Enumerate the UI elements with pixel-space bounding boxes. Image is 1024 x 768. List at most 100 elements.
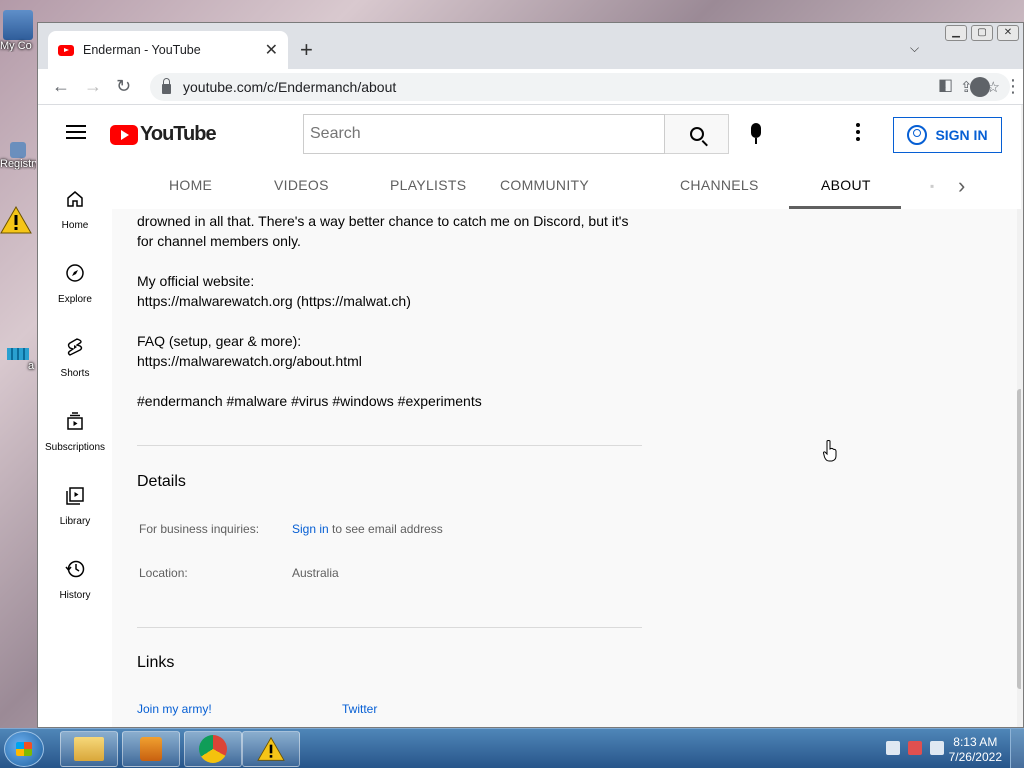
desktop-icon-label: a (28, 360, 35, 372)
description-line: drowned in all that. There's a way bette… (137, 213, 629, 229)
section-divider (137, 445, 642, 446)
browser-toolbar: ← → ↻ youtube.com/c/Endermanch/about ⤓ ⇪… (38, 69, 1023, 105)
links-heading: Links (137, 654, 175, 671)
desktop-icon-app[interactable]: a (0, 348, 36, 372)
taskbar-explorer[interactable] (60, 731, 118, 767)
youtube-wordmark: YouTube (140, 123, 217, 145)
registry-icon (10, 142, 26, 158)
desktop-icon-my-computer[interactable]: My Co (0, 10, 36, 52)
menu-icon[interactable] (66, 125, 86, 139)
description-line: FAQ (setup, gear & more): (137, 333, 302, 349)
microphone-icon[interactable] (751, 123, 761, 144)
description-line: #endermanch #malware #virus #windows #ex… (137, 393, 482, 409)
link-twitter[interactable]: Twitter (342, 699, 377, 719)
chrome-menu-icon[interactable]: ⋮ (1004, 77, 1022, 95)
desktop-icon-label: My Co (0, 40, 32, 52)
search-button[interactable] (665, 114, 729, 154)
browser-window: Enderman - YouTube ✕ + ⌵ ▁ ▢ ✕ ← → ↻ you… (37, 22, 1024, 728)
location-value: Australia (292, 566, 339, 580)
home-icon (67, 191, 83, 207)
warning-icon (257, 736, 285, 761)
guide-item-shorts[interactable]: Shorts (38, 337, 112, 379)
tab-channels[interactable]: CHANNELS (680, 177, 759, 193)
taskbar-media-player[interactable] (122, 731, 180, 767)
sign-in-button[interactable]: SIGN IN (893, 117, 1002, 153)
maximize-button[interactable]: ▢ (971, 25, 993, 41)
browser-titlebar: Enderman - YouTube ✕ + ⌵ ▁ ▢ ✕ (38, 23, 1023, 69)
details-heading: Details (137, 473, 186, 490)
tab-community[interactable]: COMMUNITY (500, 177, 589, 193)
sign-in-link[interactable]: Sign in (292, 522, 329, 536)
shorts-icon (67, 338, 83, 356)
browser-tab[interactable]: Enderman - YouTube ✕ (48, 31, 288, 69)
back-icon[interactable]: ← (52, 77, 70, 95)
guide-item-history[interactable]: History (38, 559, 112, 601)
description-line: My official website: (137, 273, 255, 289)
youtube-header: YouTube SIGN IN (38, 105, 1021, 161)
tab-close-icon[interactable]: ✕ (265, 40, 278, 60)
business-inquiries-value: Sign in to see email address (292, 519, 443, 539)
profile-avatar-icon[interactable] (970, 77, 990, 97)
link-join-my-army[interactable]: Join my army! (137, 699, 212, 719)
warning-icon (0, 205, 32, 234)
youtube-play-icon (110, 124, 138, 145)
settings-more-icon[interactable] (856, 123, 860, 144)
sign-in-label: SIGN IN (935, 127, 988, 143)
forward-icon[interactable]: → (84, 77, 102, 95)
address-bar[interactable]: youtube.com/c/Endermanch/about ⤓ ⇪ ☆ (150, 73, 1010, 101)
guide-item-label: Shorts (60, 368, 90, 379)
account-icon (907, 125, 928, 145)
computer-icon (3, 10, 33, 40)
folder-icon (74, 737, 104, 761)
chevron-right-icon[interactable]: › (958, 173, 965, 199)
guide-item-explore[interactable]: Explore (38, 263, 112, 305)
taskbar-chrome[interactable] (184, 731, 242, 767)
system-tray (886, 741, 944, 755)
tab-videos[interactable]: VIDEOS (274, 177, 329, 193)
volume-icon[interactable] (930, 741, 944, 755)
network-icon[interactable] (886, 741, 900, 755)
guide-item-library[interactable]: Library (38, 485, 112, 527)
business-inquiries-suffix: to see email address (328, 522, 443, 536)
reload-icon[interactable]: ↻ (116, 77, 131, 95)
start-button[interactable] (4, 731, 44, 767)
new-tab-button[interactable]: + (300, 37, 313, 63)
search-icon (689, 127, 704, 141)
show-desktop-button[interactable] (1010, 729, 1024, 768)
tab-playlists[interactable]: PLAYLISTS (390, 177, 466, 193)
youtube-logo[interactable]: YouTube (110, 123, 217, 146)
guide-item-subscriptions[interactable]: Subscriptions (38, 411, 112, 453)
tab-about[interactable]: ABOUT (821, 177, 871, 193)
clock-date: 7/26/2022 (948, 750, 1002, 764)
subscriptions-icon (67, 412, 83, 430)
tab-home[interactable]: HOME (169, 177, 212, 193)
window-controls: ▁ ▢ ✕ (945, 25, 1019, 41)
tab-title: Enderman - YouTube (83, 43, 201, 57)
youtube-page: YouTube SIGN IN Home Explore (38, 105, 1021, 727)
taskbar-warning-app[interactable] (242, 731, 300, 767)
desktop-warning-icon[interactable] (0, 205, 36, 238)
history-icon (65, 560, 85, 578)
action-center-icon[interactable] (908, 741, 922, 755)
tab-search-chevron-icon[interactable]: ⌵ (910, 41, 919, 56)
hand-cursor-icon (823, 440, 837, 462)
guide-item-label: Home (61, 220, 89, 231)
scrollbar-thumb[interactable] (1017, 389, 1021, 689)
library-icon (66, 487, 84, 505)
minimize-button[interactable]: ▁ (945, 25, 967, 41)
page-scrollbar[interactable] (1017, 209, 1021, 727)
youtube-favicon-icon (58, 44, 74, 56)
guide-item-home[interactable]: Home (38, 189, 112, 231)
desktop-icon-registry[interactable]: Registry (0, 110, 36, 170)
search-input[interactable] (303, 114, 665, 154)
close-window-button[interactable]: ✕ (997, 25, 1019, 41)
media-player-icon (140, 737, 162, 761)
description-line: https://malwarewatch.org (https://malwat… (137, 293, 411, 309)
overflow-tab-hint: ▪ (930, 179, 935, 193)
location-label: Location: (139, 566, 188, 580)
side-panel-icon[interactable]: ◧ (938, 77, 953, 95)
taskbar-clock[interactable]: 8:13 AM 7/26/2022 (949, 735, 1002, 765)
business-inquiries-label: For business inquiries: (139, 522, 260, 536)
guide-item-label: Subscriptions (44, 442, 106, 453)
grid-icon (7, 348, 29, 360)
